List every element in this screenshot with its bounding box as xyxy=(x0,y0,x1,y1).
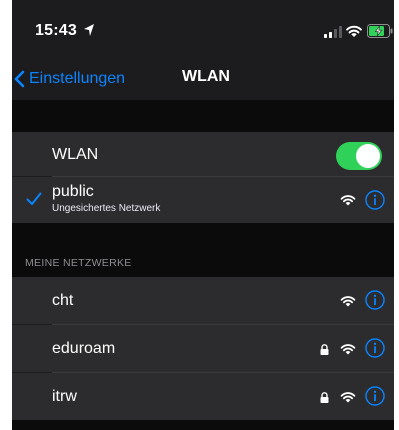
network-name: itrw xyxy=(52,388,77,405)
back-button[interactable]: Einstellungen xyxy=(12,58,125,100)
status-time: 15:43 xyxy=(35,22,77,39)
network-row-itrw[interactable]: itrw xyxy=(12,373,394,420)
checkmark-icon xyxy=(26,192,42,205)
info-icon[interactable] xyxy=(365,290,385,310)
wifi-signal-icon xyxy=(340,344,356,355)
wlan-toggle-row: WLAN xyxy=(12,132,394,176)
battery-charging-icon xyxy=(367,24,393,38)
toggle-knob xyxy=(356,144,380,168)
connected-network-name: public xyxy=(52,183,94,200)
signal-icon xyxy=(324,26,342,38)
wlan-toggle-label: WLAN xyxy=(52,146,99,163)
connected-network-row[interactable]: public Ungesichertes Netzwerk xyxy=(12,177,394,223)
lock-icon xyxy=(320,392,329,403)
location-arrow-icon xyxy=(84,24,94,36)
wlan-toggle-switch[interactable] xyxy=(336,142,382,170)
info-icon[interactable] xyxy=(365,338,385,358)
status-bar: 15:43 xyxy=(12,0,394,58)
bottom-spacer xyxy=(12,420,394,430)
wifi-signal-icon xyxy=(340,392,356,403)
info-icon[interactable] xyxy=(365,190,385,210)
lock-icon xyxy=(320,344,329,355)
section-header-my-networks: MEINE NETZWERKE xyxy=(12,223,394,277)
page-title: WLAN xyxy=(182,68,230,85)
back-button-label: Einstellungen xyxy=(29,70,126,87)
wlan-settings-screen: 15:43 Einstellungen WLAN WLAN public Ung… xyxy=(12,0,394,430)
wifi-icon xyxy=(346,25,362,37)
navigation-bar: Einstellungen WLAN xyxy=(12,58,394,100)
chevron-left-icon xyxy=(14,70,25,88)
section-header-label: MEINE NETZWERKE xyxy=(25,257,132,269)
wifi-signal-icon xyxy=(340,195,356,206)
network-name: eduroam xyxy=(52,340,116,357)
info-icon[interactable] xyxy=(365,386,385,406)
wifi-signal-icon xyxy=(340,296,356,307)
network-row-eduroam[interactable]: eduroam xyxy=(12,325,394,372)
network-row-cht[interactable]: cht xyxy=(12,277,394,324)
section-spacer xyxy=(12,100,394,132)
network-name: cht xyxy=(52,292,74,309)
connected-network-subtitle: Ungesichertes Netzwerk xyxy=(52,203,161,214)
